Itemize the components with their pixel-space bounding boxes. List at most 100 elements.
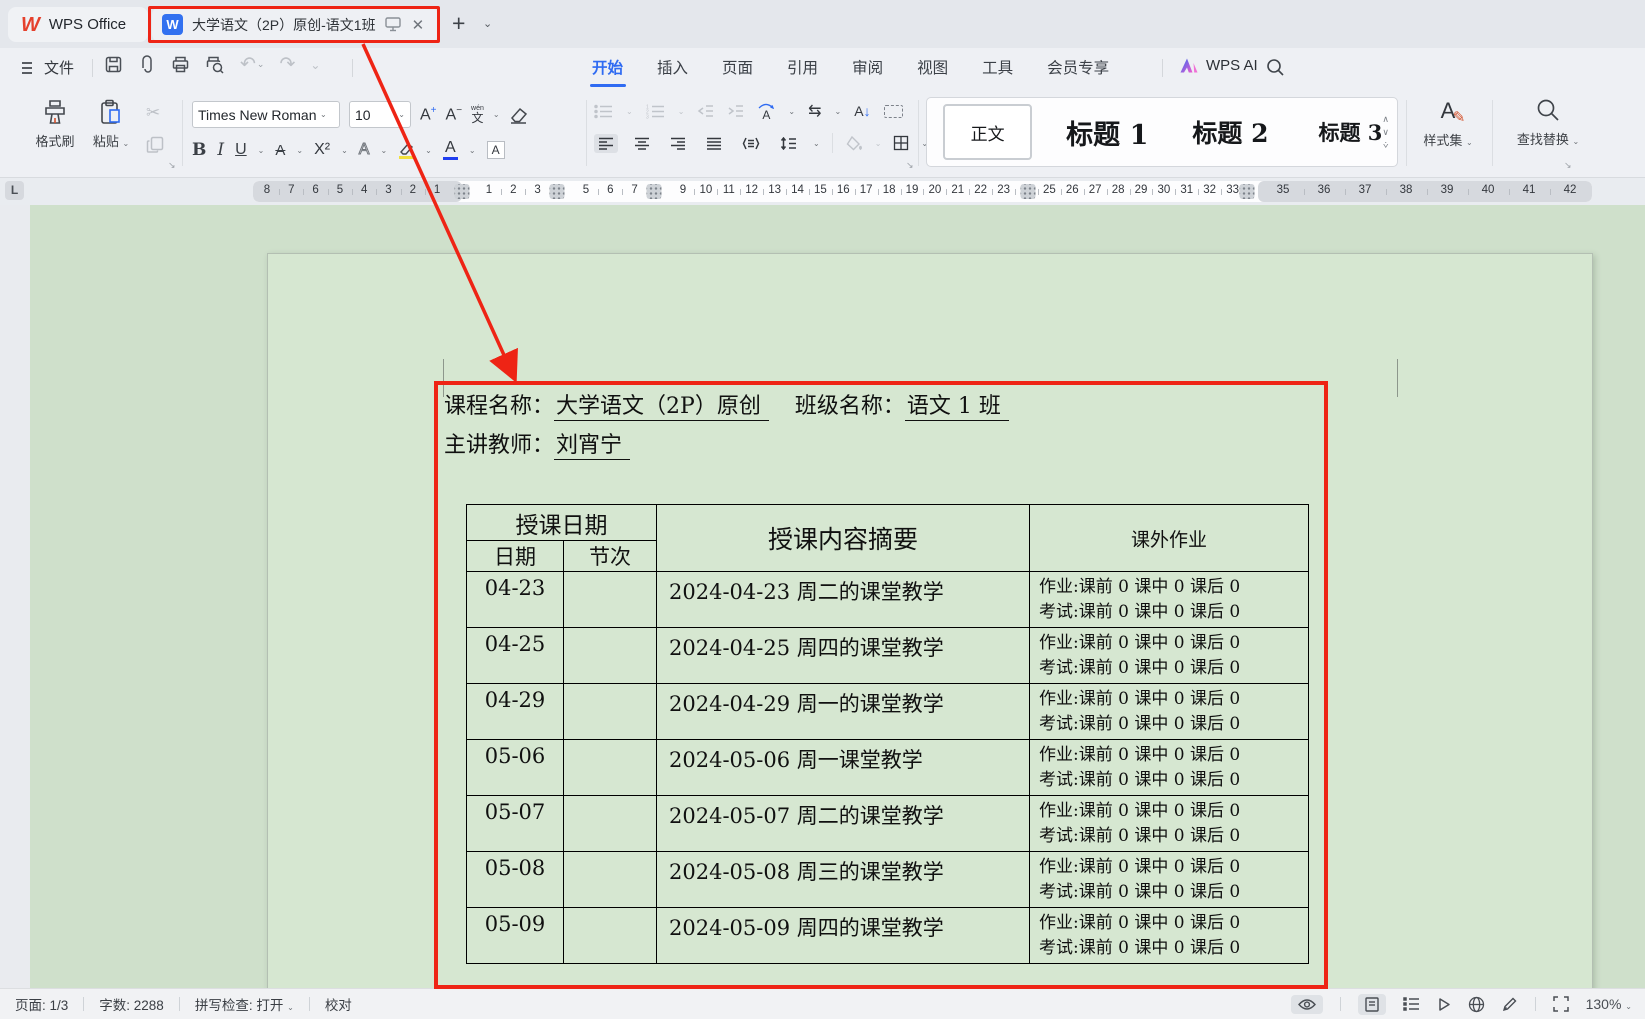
table-column-marker[interactable]: [1021, 184, 1036, 199]
close-tab-icon[interactable]: ✕: [412, 16, 425, 34]
save-button[interactable]: [104, 55, 123, 74]
group-expand-icon[interactable]: ↘: [906, 160, 914, 171]
align-right-button[interactable]: [666, 134, 690, 153]
distribute-button[interactable]: [738, 134, 764, 153]
read-mode-icon[interactable]: [1437, 997, 1451, 1012]
tab-insert[interactable]: 插入: [657, 56, 688, 84]
align-center-button[interactable]: [630, 134, 654, 153]
strikethrough-button[interactable]: A: [275, 142, 285, 159]
teacher-line[interactable]: 主讲教师：刘宵宁: [444, 427, 630, 459]
file-menu-button[interactable]: 文件: [22, 57, 74, 78]
increase-font-button[interactable]: A+: [420, 106, 437, 123]
eye-protection-icon[interactable]: [1291, 995, 1323, 1014]
tab-view[interactable]: 视图: [917, 56, 948, 84]
tab-reference[interactable]: 引用: [787, 56, 818, 84]
tab-tools[interactable]: 工具: [982, 56, 1013, 84]
style-heading1[interactable]: 标题 1: [1066, 113, 1148, 152]
style-set-button[interactable]: A✎ 样式集 ⌄: [1412, 100, 1484, 149]
phonetic-guide-button[interactable]: wén 文: [471, 105, 484, 124]
text-effect-button[interactable]: A: [359, 141, 370, 159]
tab-stop-selector[interactable]: L: [5, 181, 24, 200]
new-tab-button[interactable]: +: [452, 10, 465, 37]
sort-button[interactable]: A↓: [854, 103, 870, 119]
course-schedule-table[interactable]: 授课日期 授课内容摘要 课外作业 日期 节次 04-23 2024-04-23 …: [466, 504, 1309, 964]
outline-view-icon[interactable]: [1403, 997, 1420, 1011]
search-icon[interactable]: [1266, 58, 1285, 77]
text-layout-icon[interactable]: [884, 105, 903, 118]
print-button[interactable]: [171, 55, 190, 74]
gallery-more-icon[interactable]: ⩒: [1382, 141, 1389, 150]
bold-button[interactable]: B: [192, 140, 206, 160]
font-size-select[interactable]: 10 ⌄: [349, 101, 411, 128]
tab-page[interactable]: 页面: [722, 56, 753, 84]
quick-toolbar-chevron-icon[interactable]: ⌄: [310, 58, 320, 72]
web-layout-icon[interactable]: [1468, 996, 1485, 1013]
chevron-down-icon[interactable]: ⌄: [493, 110, 500, 119]
chevron-down-icon[interactable]: ⌄: [788, 107, 795, 116]
document-page[interactable]: 课程名称：大学语文（2P）原创班级名称：语文 1 班 主讲教师：刘宵宁 授课日期…: [267, 253, 1593, 988]
proofread-button[interactable]: 校对: [325, 994, 352, 1014]
chevron-down-icon[interactable]: ⌄: [296, 146, 303, 155]
ruler-tick: [946, 189, 947, 195]
superscript-button[interactable]: X²: [314, 142, 330, 158]
clear-format-eraser-icon[interactable]: [509, 105, 529, 125]
page-indicator[interactable]: 页面: 1/3: [15, 994, 68, 1014]
course-header-line[interactable]: 课程名称：大学语文（2P）原创班级名称：语文 1 班: [444, 388, 1009, 420]
style-heading2[interactable]: 标题 2: [1192, 114, 1268, 150]
style-heading3[interactable]: 标题 3: [1318, 117, 1382, 147]
table-column-marker[interactable]: [647, 184, 662, 199]
tab-membership[interactable]: 会员专享: [1047, 56, 1109, 84]
format-painter-button[interactable]: 格式刷: [28, 99, 82, 154]
cell-homework: 作业:课前 0 课中 0 课后 0考试:课前 0 课中 0 课后 0: [1030, 740, 1309, 796]
export-pdf-button[interactable]: [138, 55, 156, 74]
table-column-marker[interactable]: [550, 184, 565, 199]
highlight-color-button[interactable]: [398, 142, 414, 159]
tab-home[interactable]: 开始: [592, 56, 623, 84]
group-expand-icon[interactable]: ↘: [1564, 160, 1572, 171]
document-tab[interactable]: W 大学语文（2P）原创-语文1班 ✕: [152, 7, 438, 42]
shading-bucket-icon: [845, 136, 863, 151]
align-left-button[interactable]: [594, 134, 618, 153]
borders-icon[interactable]: [893, 135, 909, 151]
document-workspace[interactable]: 课程名称：大学语文（2P）原创班级名称：语文 1 班 主讲教师：刘宵宁 授课日期…: [0, 205, 1645, 988]
table-column-marker[interactable]: [1240, 184, 1255, 199]
tab-review[interactable]: 审阅: [852, 56, 883, 84]
word-count[interactable]: 字数: 2288: [99, 994, 164, 1014]
wps-office-home-tab[interactable]: W WPS Office: [8, 7, 148, 42]
wps-ai-button[interactable]: WPS AI: [1180, 57, 1258, 74]
chevron-down-icon[interactable]: ⌄: [813, 139, 820, 148]
page-view-icon[interactable]: [1358, 994, 1386, 1015]
paste-button[interactable]: 粘贴 ⌄: [84, 99, 138, 154]
tab-list-chevron-icon[interactable]: ⌄: [483, 17, 492, 30]
chevron-down-icon[interactable]: ⌄: [425, 146, 432, 155]
chevron-down-icon[interactable]: ⌄: [258, 146, 265, 155]
zoom-level[interactable]: 130% ⌄: [1586, 996, 1632, 1012]
character-shading-button[interactable]: A: [487, 141, 505, 159]
style-normal[interactable]: 正文: [943, 104, 1032, 160]
justify-button[interactable]: [702, 134, 726, 153]
table-column-marker[interactable]: [455, 184, 470, 199]
find-replace-button[interactable]: 查找替换 ⌄: [1498, 98, 1598, 148]
chevron-down-icon[interactable]: ⌄: [341, 146, 348, 155]
fullscreen-icon[interactable]: [1553, 996, 1569, 1012]
chevron-down-icon[interactable]: ⌄: [469, 146, 476, 155]
font-name-select[interactable]: Times New Roman ⌄: [192, 101, 340, 128]
gallery-down-icon[interactable]: ∨: [1382, 128, 1389, 137]
decrease-font-button[interactable]: A−: [446, 106, 463, 123]
italic-button[interactable]: I: [217, 140, 224, 160]
text-direction-button[interactable]: A: [757, 101, 775, 121]
underline-button[interactable]: U: [235, 141, 247, 159]
ruler-track[interactable]: 8765432112356791011121314151617181920212…: [253, 181, 1592, 202]
group-expand-icon[interactable]: ↘: [168, 160, 176, 171]
gallery-up-icon[interactable]: ∧: [1382, 115, 1389, 124]
horizontal-ruler[interactable]: L 87654321123567910111213141516171819202…: [0, 178, 1645, 205]
chevron-down-icon[interactable]: ⌄: [380, 146, 387, 155]
wrap-direction-icon[interactable]: ⇆: [808, 101, 821, 121]
ink-pen-icon[interactable]: [1502, 996, 1518, 1012]
spellcheck-toggle[interactable]: 拼写检查: 打开 ⌄: [195, 994, 294, 1014]
font-color-button[interactable]: A: [443, 140, 458, 160]
ruler-number: 35: [1277, 184, 1290, 196]
chevron-down-icon[interactable]: ⌄: [835, 107, 842, 116]
line-spacing-button[interactable]: [776, 134, 801, 153]
print-preview-button[interactable]: [205, 55, 225, 74]
